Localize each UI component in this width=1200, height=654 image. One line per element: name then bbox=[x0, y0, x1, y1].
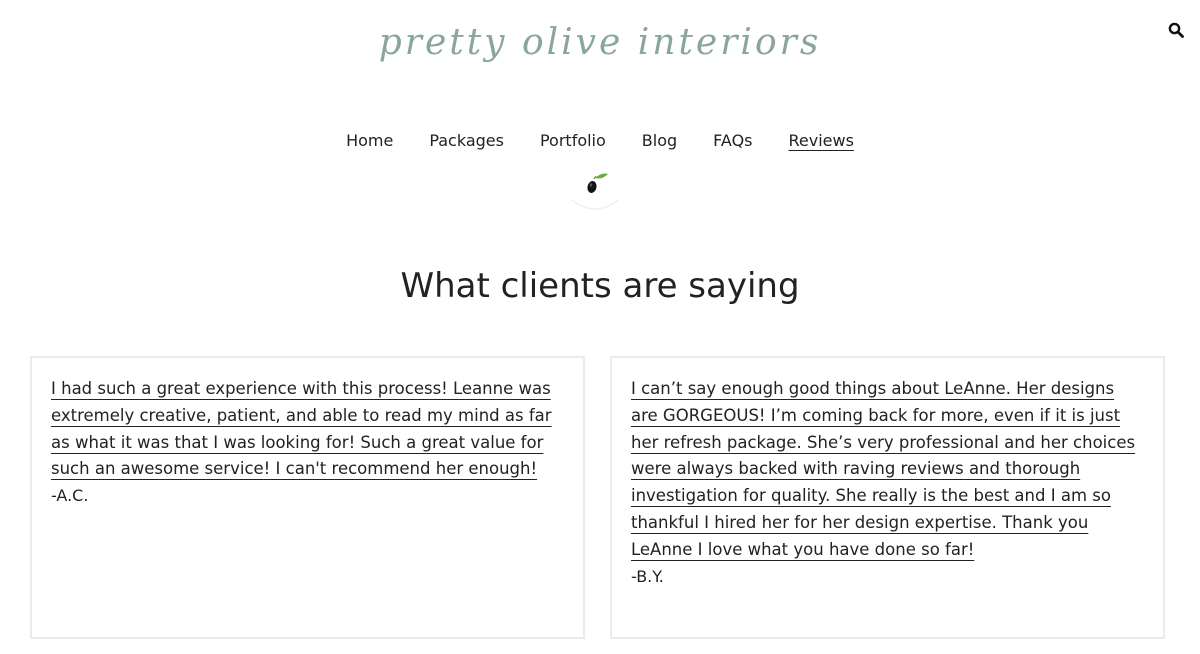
nav-item-packages[interactable]: Packages bbox=[429, 130, 504, 152]
testimonial-quote[interactable]: I can’t say enough good things about LeA… bbox=[631, 379, 1135, 559]
main-nav: Home Packages Portfolio Blog FAQs Review… bbox=[0, 130, 1200, 152]
testimonial-card: I can’t say enough good things about LeA… bbox=[610, 356, 1165, 639]
nav-item-reviews[interactable]: Reviews bbox=[789, 130, 854, 152]
nav-item-blog[interactable]: Blog bbox=[642, 130, 677, 152]
testimonial-author: -A.C. bbox=[51, 486, 89, 506]
testimonial-quote-wrap: I had such a great experience with this … bbox=[51, 376, 565, 483]
testimonial-quote[interactable]: I had such a great experience with this … bbox=[51, 379, 552, 478]
nav-item-portfolio[interactable]: Portfolio bbox=[540, 130, 606, 152]
nav-item-faqs[interactable]: FAQs bbox=[713, 130, 752, 152]
testimonial-author: -B.Y. bbox=[631, 566, 664, 586]
olive-divider bbox=[569, 164, 621, 212]
site-logo[interactable]: pretty olive interiors bbox=[0, 22, 1200, 63]
nav-item-home[interactable]: Home bbox=[346, 130, 393, 152]
page-title: What clients are saying bbox=[400, 266, 800, 306]
testimonial-quote-wrap: I can’t say enough good things about LeA… bbox=[631, 376, 1145, 564]
olive-icon bbox=[571, 173, 619, 210]
testimonial-card: I had such a great experience with this … bbox=[30, 356, 585, 639]
page: pretty olive interiors Home Packages Por… bbox=[0, 0, 1200, 654]
